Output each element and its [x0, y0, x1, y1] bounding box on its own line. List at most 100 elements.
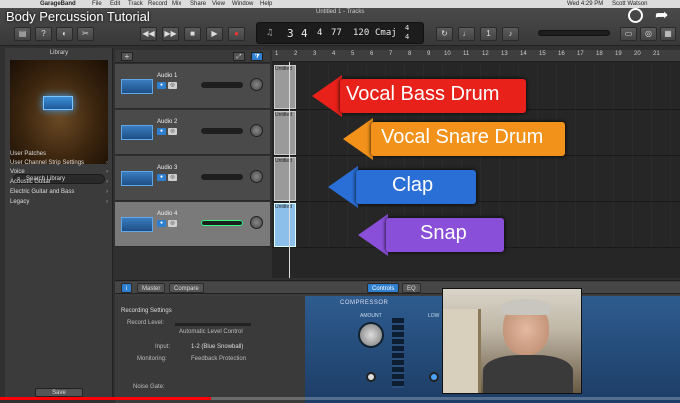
audio-region[interactable]: Untitled: [274, 65, 296, 109]
timeline-ruler[interactable]: 1 2 3 4 5 6 7 8 9 10 11 12 13 14 15 16 1…: [272, 50, 680, 62]
audio-region-selected[interactable]: Untitled: [274, 203, 296, 247]
share-icon[interactable]: ➦: [655, 5, 668, 25]
ruler-mark: 3: [313, 51, 317, 57]
annotation-arrow-vocal-bass-drum: Vocal Bass Drum: [312, 75, 526, 117]
rewind-button[interactable]: ◀◀: [140, 27, 157, 41]
track-name[interactable]: Audio 3: [157, 165, 177, 171]
audio-device-icon: [43, 96, 73, 110]
track-volume-slider[interactable]: [201, 220, 243, 226]
record-enable-button[interactable]: ●: [157, 82, 166, 89]
pan-knob[interactable]: [250, 78, 263, 91]
ruler-mark: 15: [539, 51, 546, 57]
audio-region[interactable]: Untitled: [274, 157, 296, 201]
record-enable-button[interactable]: ●: [157, 174, 166, 181]
watch-later-icon[interactable]: [628, 8, 643, 23]
help-button[interactable]: ?: [35, 27, 52, 41]
metronome-button[interactable]: ♪: [502, 27, 519, 41]
monitor-button[interactable]: ◎: [168, 174, 177, 181]
tab-controls[interactable]: Controls: [367, 283, 400, 293]
media-browser-button[interactable]: ▦: [660, 27, 676, 41]
track-header[interactable]: Audio 3 ● ◎: [115, 156, 270, 201]
track-header[interactable]: Audio 2 ● ◎: [115, 110, 270, 155]
row-label: Noise Gate:: [133, 384, 165, 390]
menu-record[interactable]: Record: [148, 0, 167, 8]
library-item[interactable]: User Channel Strip Settings ›: [10, 159, 110, 167]
menu-help[interactable]: Help: [260, 0, 272, 8]
loop-browser-button[interactable]: ◎: [640, 27, 657, 41]
library-item[interactable]: Legacy ›: [10, 198, 110, 206]
count-in-button[interactable]: 1: [480, 27, 497, 41]
cycle-button[interactable]: ↻: [436, 27, 453, 41]
tuner-button[interactable]: ♩: [458, 27, 475, 41]
play-button[interactable]: ▶: [206, 27, 223, 41]
ruler-mark: 10: [444, 51, 451, 57]
playhead[interactable]: [289, 62, 290, 278]
waveform-icon: [121, 79, 153, 94]
record-enable-button[interactable]: ●: [157, 220, 166, 227]
library-item[interactable]: User Patches: [10, 150, 110, 158]
menu-edit[interactable]: Edit: [110, 0, 120, 8]
menu-mix[interactable]: Mix: [172, 0, 181, 8]
audio-region[interactable]: Untitled: [274, 111, 296, 155]
track-volume-slider[interactable]: [201, 82, 243, 88]
library-patch-image: [10, 60, 108, 164]
menu-app[interactable]: GarageBand: [40, 0, 76, 8]
library-item[interactable]: Electric Guitar and Bass ›: [10, 188, 110, 196]
editors-button[interactable]: ✂: [77, 27, 94, 41]
monitor-button[interactable]: ◎: [168, 128, 177, 135]
annotation-arrow-snap: Snap: [358, 214, 504, 256]
tab-master[interactable]: Master: [137, 283, 166, 293]
amount-label: AMOUNT: [360, 313, 382, 319]
monitor-button[interactable]: ◎: [168, 82, 177, 89]
library-save-button[interactable]: Save: [35, 388, 83, 397]
catch-button[interactable]: ⤢: [233, 52, 245, 61]
pan-knob[interactable]: [250, 216, 263, 229]
ruler-mark: 1: [275, 51, 279, 57]
menu-view[interactable]: View: [212, 0, 225, 8]
inspector-icon[interactable]: i: [121, 283, 133, 293]
tracks-header: + ⤢ ⧩: [115, 50, 270, 63]
record-enable-button[interactable]: ●: [157, 128, 166, 135]
tab-compare[interactable]: Compare: [169, 283, 204, 293]
auto-level-checkbox-label[interactable]: Automatic Level Control: [179, 329, 243, 335]
library-button[interactable]: ▤: [14, 27, 31, 41]
annotation-label: Vocal Snare Drum: [381, 126, 544, 148]
ruler-mark: 8: [408, 51, 412, 57]
stop-button[interactable]: ■: [184, 27, 201, 41]
amount-knob[interactable]: [358, 322, 384, 348]
input-select[interactable]: 1-2 (Blue Snowball): [191, 344, 243, 350]
filter-icon[interactable]: ⧩: [251, 52, 263, 61]
track-name[interactable]: Audio 1: [157, 73, 177, 79]
pan-knob[interactable]: [250, 170, 263, 183]
menu-share[interactable]: Share: [190, 0, 206, 8]
monitor-button[interactable]: ◎: [168, 220, 177, 227]
feedback-protection-checkbox[interactable]: Feedback Protection: [191, 356, 246, 362]
record-level-slider[interactable]: [175, 323, 251, 326]
ruler-mark: 18: [596, 51, 603, 57]
track-volume-slider[interactable]: [201, 128, 243, 134]
track-name[interactable]: Audio 2: [157, 119, 177, 125]
forward-button[interactable]: ▶▶: [162, 27, 179, 41]
tab-eq[interactable]: EQ: [402, 283, 421, 293]
smart-controls-button[interactable]: ◐: [56, 27, 73, 41]
menu-file[interactable]: File: [92, 0, 102, 8]
record-button[interactable]: ●: [228, 27, 245, 41]
track-name[interactable]: Audio 4: [157, 211, 177, 217]
ruler-mark: 6: [370, 51, 374, 57]
ruler-mark: 9: [427, 51, 431, 57]
track-volume-slider[interactable]: [201, 174, 243, 180]
library-item[interactable]: Voice ›: [10, 168, 110, 176]
track-header-selected[interactable]: Audio 4 ● ◎: [115, 202, 270, 247]
menu-track[interactable]: Track: [128, 0, 143, 8]
master-volume-slider[interactable]: [538, 30, 610, 36]
compressor-switch[interactable]: [366, 372, 376, 382]
notepad-button[interactable]: ▭: [620, 27, 637, 41]
track-header[interactable]: Audio 1 ● ◎: [115, 64, 270, 109]
pan-knob[interactable]: [250, 124, 263, 137]
menu-window[interactable]: Window: [232, 0, 253, 8]
add-track-button[interactable]: +: [121, 52, 133, 61]
lcd-display[interactable]: ♫ 3 4 4 77 120 Cmaj 4 4: [256, 22, 424, 44]
presenter-webcam: [442, 288, 582, 394]
chevron-right-icon: ›: [106, 160, 108, 166]
library-item[interactable]: Acoustic Guitar ›: [10, 178, 110, 186]
